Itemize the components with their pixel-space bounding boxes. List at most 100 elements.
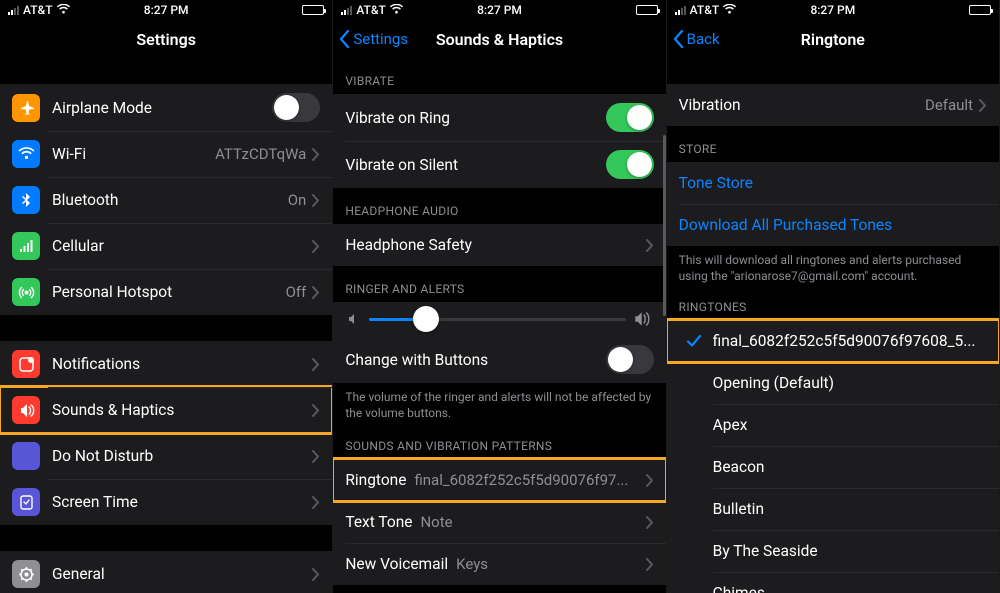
chevron-right-icon bbox=[312, 450, 320, 463]
status-bar: AT&T 8:27 PM bbox=[333, 0, 665, 20]
row-label: Text Tone bbox=[345, 513, 412, 531]
carrier-label: AT&T bbox=[356, 3, 386, 17]
section-header-store: STORE bbox=[667, 126, 999, 162]
row-label: Vibration bbox=[679, 96, 925, 114]
ringtone-label: final_6082f252c5f5d90076f97608_5... bbox=[713, 332, 976, 350]
sounds-panel: AT&T 8:27 PM Settings Sounds & Haptics V… bbox=[333, 0, 666, 593]
ringtone-label: Chimes bbox=[713, 584, 765, 593]
row-headphone-safety[interactable]: Headphone Safety bbox=[333, 224, 665, 266]
link-label: Download All Purchased Tones bbox=[679, 216, 987, 234]
settings-row-cellular[interactable]: Cellular bbox=[0, 223, 332, 269]
ringtone-option[interactable]: final_6082f252c5f5d90076f97608_5... bbox=[667, 320, 999, 362]
row-label: Notifications bbox=[52, 355, 312, 373]
toggle[interactable] bbox=[606, 150, 654, 179]
chevron-right-icon bbox=[312, 358, 320, 371]
row-value: ATTzCDTqWa bbox=[215, 145, 306, 163]
row-ringtone[interactable]: Ringtone final_6082f252c5f5d90076f97... bbox=[333, 459, 665, 501]
settings-row-do-not-disturb[interactable]: Do Not Disturb bbox=[0, 433, 332, 479]
row-vibrate-on-ring[interactable]: Vibrate on Ring bbox=[333, 94, 665, 141]
link-label: Tone Store bbox=[679, 174, 987, 192]
wifi-icon bbox=[723, 3, 736, 17]
nav-bar: Settings Sounds & Haptics bbox=[333, 20, 665, 58]
toggle-change-buttons[interactable] bbox=[606, 345, 654, 374]
signal-icon bbox=[8, 6, 19, 15]
ringtone-option[interactable]: Apex bbox=[667, 404, 999, 446]
row-change-with-buttons[interactable]: Change with Buttons bbox=[333, 336, 665, 383]
checkmark-icon bbox=[681, 333, 707, 349]
cellular-icon bbox=[12, 232, 40, 260]
chevron-right-icon bbox=[312, 568, 320, 581]
link-download-all-purchased-tones[interactable]: Download All Purchased Tones bbox=[667, 204, 999, 246]
settings-row-general[interactable]: General bbox=[0, 551, 332, 593]
nav-bar: Settings bbox=[0, 20, 332, 58]
volume-slider-row bbox=[333, 302, 665, 336]
toggle[interactable] bbox=[606, 103, 654, 132]
row-label: Ringtone bbox=[345, 471, 406, 489]
time-label: 8:27 PM bbox=[144, 3, 189, 17]
notifications-icon bbox=[12, 350, 40, 378]
settings-list[interactable]: Airplane ModeWi-FiATTzCDTqWaBluetoothOn C… bbox=[0, 58, 332, 593]
row-value: Note bbox=[420, 513, 639, 531]
chevron-right-icon bbox=[312, 148, 320, 161]
wifi-icon bbox=[57, 3, 70, 17]
volume-low-icon bbox=[347, 312, 361, 326]
row-vibration[interactable]: Vibration Default bbox=[667, 84, 999, 126]
settings-row-screen-time[interactable]: Screen Time bbox=[0, 479, 332, 525]
ringtone-option[interactable]: Chimes bbox=[667, 572, 999, 593]
row-text-tone[interactable]: Text Tone Note bbox=[333, 501, 665, 543]
volume-slider[interactable] bbox=[369, 318, 625, 321]
row-value: Off bbox=[286, 283, 307, 301]
chevron-right-icon bbox=[646, 474, 654, 487]
ringtone-label: Beacon bbox=[713, 458, 765, 476]
time-label: 8:27 PM bbox=[810, 3, 855, 17]
ringtone-label: By The Seaside bbox=[713, 542, 818, 560]
chevron-right-icon bbox=[312, 496, 320, 509]
ringtone-option[interactable]: Opening (Default) bbox=[667, 362, 999, 404]
settings-row-bluetooth[interactable]: BluetoothOn bbox=[0, 177, 332, 223]
battery-icon bbox=[636, 5, 658, 15]
row-vibrate-on-silent[interactable]: Vibrate on Silent bbox=[333, 141, 665, 188]
settings-row-personal-hotspot[interactable]: Personal HotspotOff bbox=[0, 269, 332, 315]
section-header-vibrate: VIBRATE bbox=[333, 58, 665, 94]
ringtone-label: Opening (Default) bbox=[713, 374, 834, 392]
back-button[interactable]: Settings bbox=[339, 30, 408, 48]
chevron-right-icon bbox=[312, 194, 320, 207]
ringtone-option[interactable]: Bulletin bbox=[667, 488, 999, 530]
row-value: Default bbox=[925, 96, 973, 114]
general-icon bbox=[12, 560, 40, 588]
row-value: final_6082f252c5f5d90076f97... bbox=[414, 471, 639, 489]
page-title: Ringtone bbox=[801, 30, 865, 49]
scroll-indicator bbox=[663, 60, 666, 593]
row-value: On bbox=[288, 191, 307, 209]
row-label: Cellular bbox=[52, 237, 312, 255]
back-button[interactable]: Back bbox=[673, 30, 720, 48]
sounds-icon bbox=[12, 396, 40, 424]
row-value: Keys bbox=[456, 555, 640, 573]
ringtone-panel: AT&T 8:27 PM Back Ringtone Vibration Def… bbox=[667, 0, 1000, 593]
ringtone-option[interactable]: By The Seaside bbox=[667, 530, 999, 572]
nav-bar: Back Ringtone bbox=[667, 20, 999, 58]
chevron-right-icon bbox=[312, 286, 320, 299]
signal-icon bbox=[675, 6, 686, 15]
row-new-voicemail[interactable]: New VoicemailKeys bbox=[333, 543, 665, 585]
row-label: Screen Time bbox=[52, 493, 312, 511]
toggle-airplane[interactable] bbox=[272, 93, 320, 122]
settings-row-notifications[interactable]: Notifications bbox=[0, 341, 332, 387]
sounds-list[interactable]: VIBRATE Vibrate on RingVibrate on Silent… bbox=[333, 58, 665, 593]
section-footer-ringer: The volume of the ringer and alerts will… bbox=[333, 383, 665, 431]
battery-icon bbox=[302, 5, 324, 15]
link-tone-store[interactable]: Tone Store bbox=[667, 162, 999, 204]
section-header-ringtones: RINGTONES bbox=[667, 294, 999, 320]
hotspot-icon bbox=[12, 278, 40, 306]
row-label: Sounds & Haptics bbox=[52, 401, 312, 419]
settings-row-sounds-haptics[interactable]: Sounds & Haptics bbox=[0, 387, 332, 433]
settings-row-airplane-mode[interactable]: Airplane Mode bbox=[0, 84, 332, 131]
row-label: Do Not Disturb bbox=[52, 447, 312, 465]
status-bar: AT&T 8:27 PM bbox=[667, 0, 999, 20]
row-label: General bbox=[52, 565, 312, 583]
ringtone-list[interactable]: Vibration Default STORE Tone Store Downlo… bbox=[667, 58, 999, 593]
airplane-icon bbox=[12, 94, 40, 122]
settings-row-wi-fi[interactable]: Wi-FiATTzCDTqWa bbox=[0, 131, 332, 177]
chevron-right-icon bbox=[646, 516, 654, 529]
ringtone-option[interactable]: Beacon bbox=[667, 446, 999, 488]
